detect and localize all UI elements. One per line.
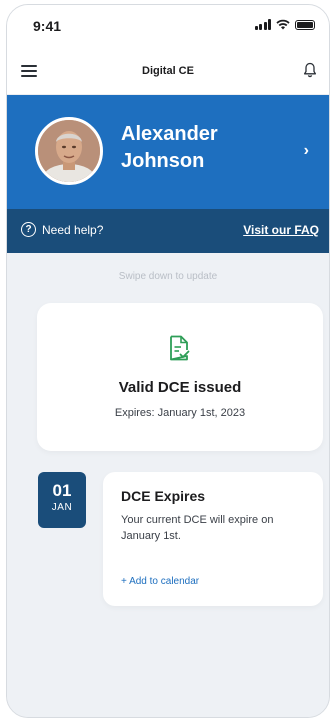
bell-icon[interactable] (303, 62, 317, 78)
add-to-calendar-link[interactable]: + Add to calendar (121, 576, 199, 587)
date-day: 01 (52, 481, 72, 500)
date-badge: 01 JAN (38, 472, 86, 528)
help-button[interactable]: ? Need help? (21, 222, 103, 237)
wifi-icon (276, 19, 290, 30)
faq-link[interactable]: Visit our FAQ (243, 223, 319, 237)
help-text: Need help? (42, 222, 104, 237)
profile-name: Alexander Johnson (121, 123, 218, 172)
event-card: DCE Expires Your current DCE will expire… (103, 472, 323, 606)
event-description: Your current DCE will expire on January … (121, 514, 274, 542)
avatar (35, 117, 103, 185)
signal-icon (254, 19, 271, 30)
chevron-right-icon[interactable]: › (304, 142, 309, 160)
nav-bar: Digital CE (7, 49, 329, 95)
event-title: DCE Expires (121, 488, 206, 504)
dce-status-title: Valid DCE issued (118, 379, 242, 396)
swipe-hint: Swipe down to update (118, 271, 218, 282)
battery-icon (295, 19, 315, 30)
document-check-icon (170, 335, 190, 361)
status-time: 9:41 (33, 18, 62, 34)
main-content[interactable]: Swipe down to update Valid DCE issued Ex… (7, 253, 329, 717)
dce-status-card: Valid DCE issued Expires: January 1st, 2… (37, 303, 323, 451)
question-icon: ? (21, 222, 36, 237)
date-month: JAN (51, 502, 73, 513)
dce-expiry-text: Expires: January 1st, 2023 (114, 407, 246, 419)
phone-frame: 9:41 Digital CE Alexander Johnson › ? Ne… (6, 4, 330, 718)
status-icons (254, 19, 315, 30)
status-bar: 9:41 (7, 5, 329, 49)
profile-banner[interactable]: Alexander Johnson › (7, 95, 329, 209)
help-bar: ? Need help? Visit our FAQ (7, 209, 329, 253)
page-title: Digital CE (142, 65, 194, 77)
